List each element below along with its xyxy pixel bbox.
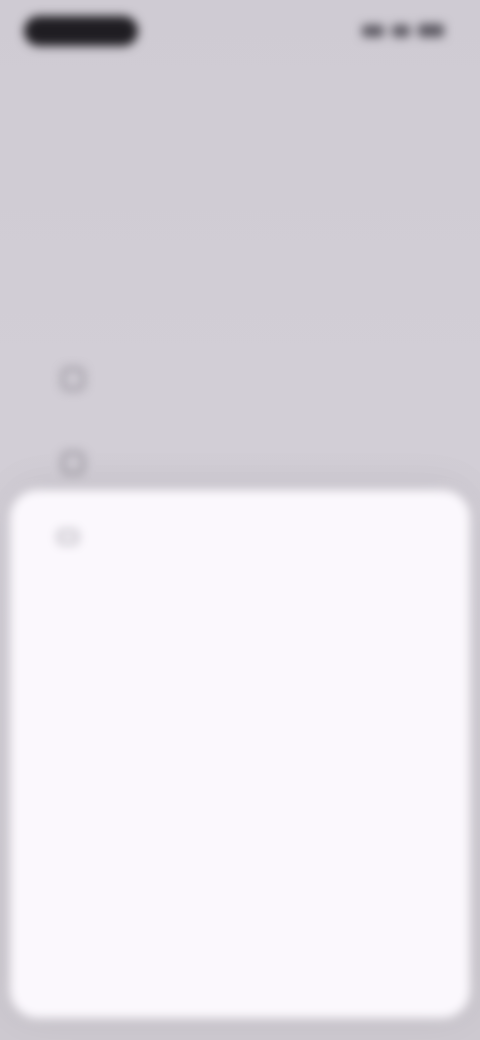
blurred-screen xyxy=(0,0,480,1040)
checkbox-icon[interactable] xyxy=(62,368,84,390)
bottom-sheet xyxy=(10,490,470,1018)
option-row-2[interactable] xyxy=(62,452,110,474)
checkbox-icon[interactable] xyxy=(62,452,84,474)
info-icon xyxy=(52,526,82,548)
option-row-1[interactable] xyxy=(62,368,110,390)
